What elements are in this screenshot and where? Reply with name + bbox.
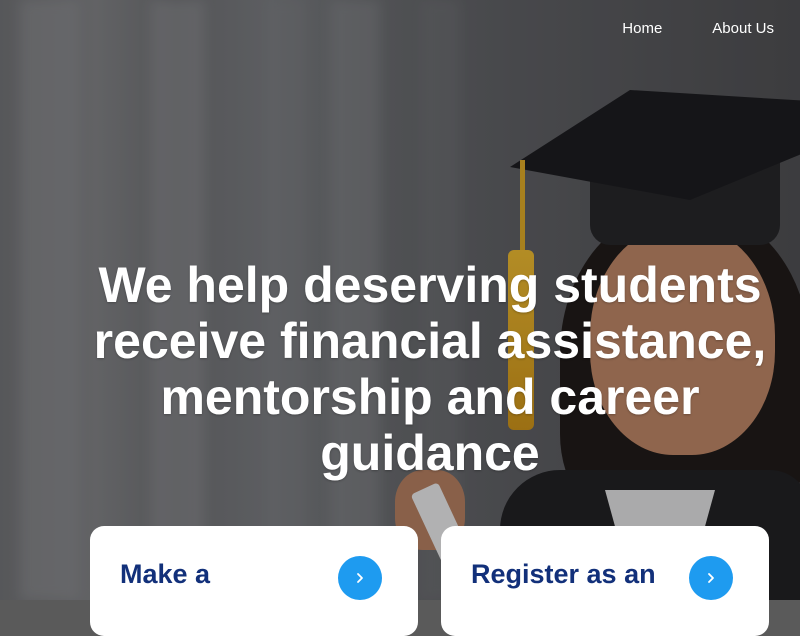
chevron-right-icon xyxy=(708,573,714,583)
card-arrow-button[interactable] xyxy=(689,556,733,600)
chevron-right-icon xyxy=(357,573,363,583)
top-nav: Home About Us xyxy=(622,20,774,37)
hero-headline: We help deserving students receive finan… xyxy=(93,257,767,481)
register-card[interactable]: Register as an xyxy=(441,526,769,636)
nav-about-us-link[interactable]: About Us xyxy=(712,20,774,37)
card-title: Make a xyxy=(120,559,211,589)
make-donation-card[interactable]: Make a xyxy=(90,526,418,636)
nav-home-link[interactable]: Home xyxy=(622,20,662,37)
card-title: Register as an xyxy=(471,559,656,589)
card-arrow-button[interactable] xyxy=(338,556,382,600)
